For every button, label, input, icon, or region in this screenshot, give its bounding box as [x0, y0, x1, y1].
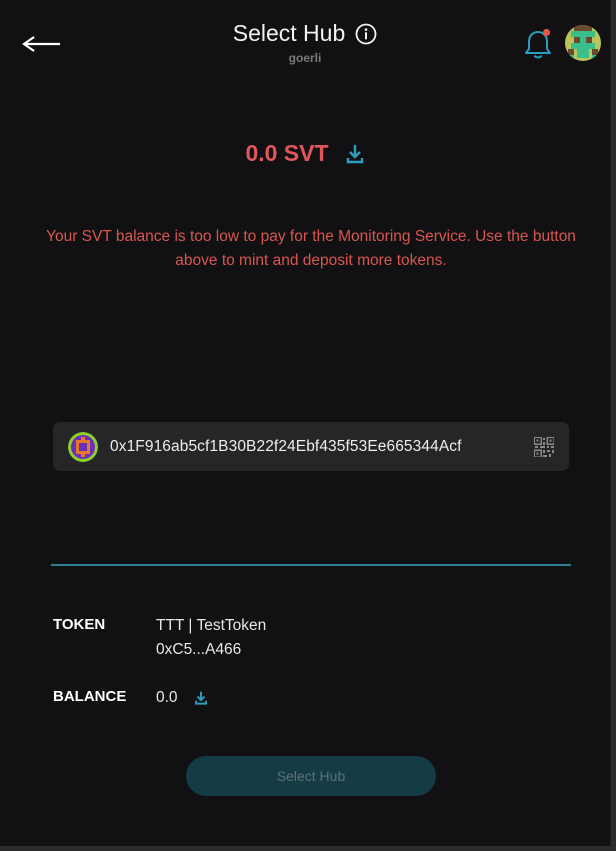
- balance-label: BALANCE: [53, 688, 127, 705]
- token-address: 0xC5...A466: [156, 641, 242, 658]
- title-row: Select Hub: [233, 20, 378, 47]
- token-balance-row: 0.0: [156, 686, 208, 710]
- mint-deposit-button[interactable]: [345, 143, 365, 165]
- deposit-token-button[interactable]: [194, 690, 208, 706]
- section-divider: [51, 564, 571, 566]
- bell-icon: [525, 28, 551, 59]
- token-balance-value: 0.0: [156, 689, 178, 706]
- account-address-box: 0x1F916ab5cf1B30B22f24Ebf435f53Ee665344A…: [53, 422, 569, 471]
- download-icon: [346, 144, 363, 163]
- network-label: goerli: [288, 51, 322, 65]
- page-header: Select Hub goerli: [0, 20, 610, 65]
- account-address: 0x1F916ab5cf1B30B22f24Ebf435f53Ee665344A…: [110, 437, 462, 455]
- info-icon[interactable]: [355, 23, 377, 45]
- page-title: Select Hub: [232, 20, 346, 46]
- svt-balance-row: 0.0 SVT: [0, 140, 610, 167]
- download-icon: [194, 691, 207, 705]
- account-avatar: [68, 431, 98, 462]
- notifications-button[interactable]: [522, 27, 554, 61]
- qr-code-icon[interactable]: [534, 436, 554, 457]
- user-avatar[interactable]: [565, 25, 601, 61]
- notification-dot: [542, 28, 551, 37]
- low-balance-warning: Your SVT balance is too low to pay for t…: [46, 228, 576, 269]
- svt-balance-amount: 0.0 SVT: [245, 140, 329, 166]
- app-panel: Select Hub goerli 0.0 SVT Your SVT balan…: [0, 0, 611, 846]
- token-label: TOKEN: [53, 616, 106, 633]
- token-name: TTT | TestToken: [156, 617, 267, 634]
- select-hub-button[interactable]: Select Hub: [186, 756, 436, 796]
